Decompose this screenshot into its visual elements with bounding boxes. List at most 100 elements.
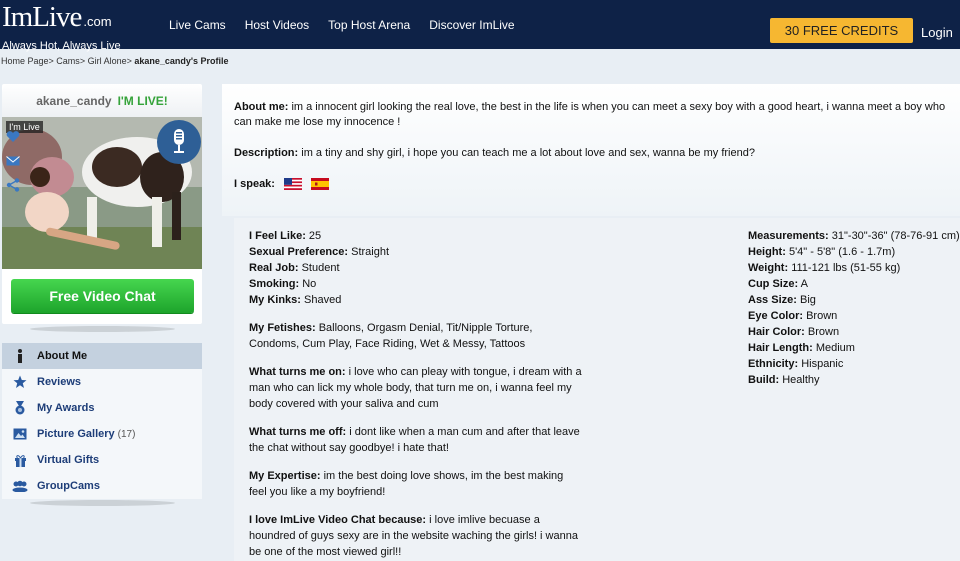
smoking-value: No (302, 278, 317, 290)
eye-color-value: Brown (806, 310, 838, 322)
sexual-preference-row: Sexual Preference: Straight (249, 244, 584, 260)
hair-color-label: Hair Color: (748, 326, 805, 338)
picture-icon (12, 426, 28, 442)
nav-live-cams[interactable]: Live Cams (169, 18, 226, 32)
real-job-value: Student (301, 262, 340, 274)
build-value: Healthy (782, 374, 820, 386)
ass-size-row: Ass Size: Big (748, 292, 960, 308)
kinks-value: Shaved (304, 294, 342, 306)
about-me: About me: im a innocent girl looking the… (234, 100, 948, 130)
weight-label: Weight: (748, 262, 789, 274)
weight-value: 111-121 lbs (51-55 kg) (791, 262, 901, 274)
hair-length-value: Medium (815, 342, 855, 354)
kinks-row: My Kinks: Shaved (249, 292, 584, 308)
cup-size-row: Cup Size: A (748, 276, 960, 292)
languages: I speak: (234, 177, 948, 192)
menu-virtual-gifts[interactable]: Virtual Gifts (2, 447, 202, 473)
mail-icon[interactable] (4, 152, 22, 170)
live-status: I'M LIVE! (117, 93, 168, 108)
share-icon[interactable] (4, 176, 22, 194)
real-job-label: Real Job: (249, 262, 299, 274)
expertise-block: My Expertise: im the best doing love sho… (249, 468, 584, 500)
menu-shadow (30, 500, 175, 506)
build-label: Build: (748, 374, 780, 386)
top-header: ImLive .com Always Hot, Always Live Live … (0, 0, 960, 52)
menu-picture-gallery[interactable]: Picture Gallery (17) (2, 421, 202, 447)
picture-gallery-count: (17) (117, 428, 136, 440)
breadcrumb-current: akane_candy's Profile (134, 56, 229, 66)
star-icon (12, 374, 28, 390)
profile-photo[interactable]: I'm Live (2, 117, 202, 269)
menu-reviews[interactable]: Reviews (2, 369, 202, 395)
breadcrumb-girl-alone[interactable]: Girl Alone (88, 56, 127, 66)
breadcrumb-cams[interactable]: Cams (56, 56, 80, 66)
logo-com: .com (83, 14, 112, 29)
menu-my-awards-label: My Awards (37, 402, 95, 414)
menu-my-awards[interactable]: My Awards (2, 395, 202, 421)
info-icon (12, 348, 28, 364)
nav-host-videos[interactable]: Host Videos (245, 18, 309, 32)
login-link[interactable]: Login (921, 25, 953, 40)
nav-discover-imlive[interactable]: Discover ImLive (429, 18, 514, 32)
medal-icon (12, 400, 28, 416)
spain-flag-icon (311, 178, 330, 191)
menu-groupcams[interactable]: GroupCams (2, 473, 202, 499)
love-imlive-block: I love ImLive Video Chat because: i love… (249, 512, 584, 560)
profile-username[interactable]: akane_candy (36, 94, 111, 108)
weight-row: Weight: 111-121 lbs (51-55 kg) (748, 260, 960, 276)
free-video-chat-button[interactable]: Free Video Chat (11, 279, 194, 313)
microphone-icon[interactable] (157, 120, 201, 164)
details-right-column: Measurements: 31"-30"-36" (78-76-91 cm) … (748, 228, 960, 388)
description-text: im a tiny and shy girl, i hope you can t… (301, 147, 755, 159)
ethnicity-value: Hispanic (801, 358, 844, 370)
nav-top-host-arena[interactable]: Top Host Arena (328, 18, 410, 32)
real-job-row: Real Job: Student (249, 260, 584, 276)
menu-about-me-label: About Me (37, 350, 88, 362)
ethnicity-row: Ethnicity: Hispanic (748, 356, 960, 372)
heart-icon[interactable] (4, 128, 22, 146)
description-label: Description: (234, 147, 299, 159)
about-section: About me: im a innocent girl looking the… (222, 84, 960, 216)
love-imlive-label: I love ImLive Video Chat because: (249, 514, 427, 526)
feel-like-value: 25 (308, 230, 322, 242)
menu-groupcams-label: GroupCams (37, 480, 100, 492)
description: Description: im a tiny and shy girl, i h… (234, 146, 948, 161)
card-shadow (30, 326, 175, 332)
profile-menu: About Me Reviews My Awards Picture Galle… (2, 343, 202, 499)
height-row: Height: 5'4" - 5'8" (1.6 - 1.7m) (748, 244, 960, 260)
menu-virtual-gifts-label: Virtual Gifts (37, 454, 100, 466)
measurements-value: 31"-30"-36" (78-76-91 cm) (831, 230, 960, 242)
smoking-label: Smoking: (249, 278, 300, 290)
hair-length-label: Hair Length: (748, 342, 813, 354)
smoking-row: Smoking: No (249, 276, 584, 292)
fetishes-block: My Fetishes: Balloons, Orgasm Denial, Ti… (249, 320, 584, 352)
turns-on-label: What turns me on: (249, 366, 346, 378)
measurements-row: Measurements: 31"-30"-36" (78-76-91 cm) (748, 228, 960, 244)
menu-picture-gallery-label: Picture Gallery (37, 428, 115, 440)
us-flag-icon (284, 178, 303, 191)
eye-color-row: Eye Color: Brown (748, 308, 960, 324)
hair-color-row: Hair Color: Brown (748, 324, 960, 340)
turns-off-block: What turns me off: i dont like when a ma… (249, 424, 584, 456)
turns-on-block: What turns me on: i love who can pleay w… (249, 364, 584, 412)
cup-size-label: Cup Size: (748, 278, 799, 290)
languages-label: I speak: (234, 178, 275, 190)
imlive-logo[interactable]: ImLive .com Always Hot, Always Live (2, 2, 121, 52)
sexual-preference-value: Straight (351, 246, 390, 258)
breadcrumb-home[interactable]: Home Page (1, 56, 49, 66)
height-label: Height: (748, 246, 786, 258)
build-row: Build: Healthy (748, 372, 960, 388)
menu-about-me[interactable]: About Me (2, 343, 202, 369)
ass-size-value: Big (799, 294, 816, 306)
details-left-column: I Feel Like: 25 Sexual Preference: Strai… (249, 228, 584, 561)
feel-like-row: I Feel Like: 25 (249, 228, 584, 244)
menu-reviews-label: Reviews (37, 376, 82, 388)
measurements-label: Measurements: (748, 230, 829, 242)
height-value: 5'4" - 5'8" (1.6 - 1.7m) (788, 246, 896, 258)
feel-like-label: I Feel Like: (249, 230, 306, 242)
profile-card: akane_candy I'M LIVE! I'm Live Free Vide… (2, 84, 202, 324)
free-credits-button[interactable]: 30 FREE CREDITS (770, 18, 913, 43)
group-icon (12, 478, 28, 494)
cup-size-value: A (800, 278, 808, 290)
fetishes-label: My Fetishes: (249, 322, 316, 334)
